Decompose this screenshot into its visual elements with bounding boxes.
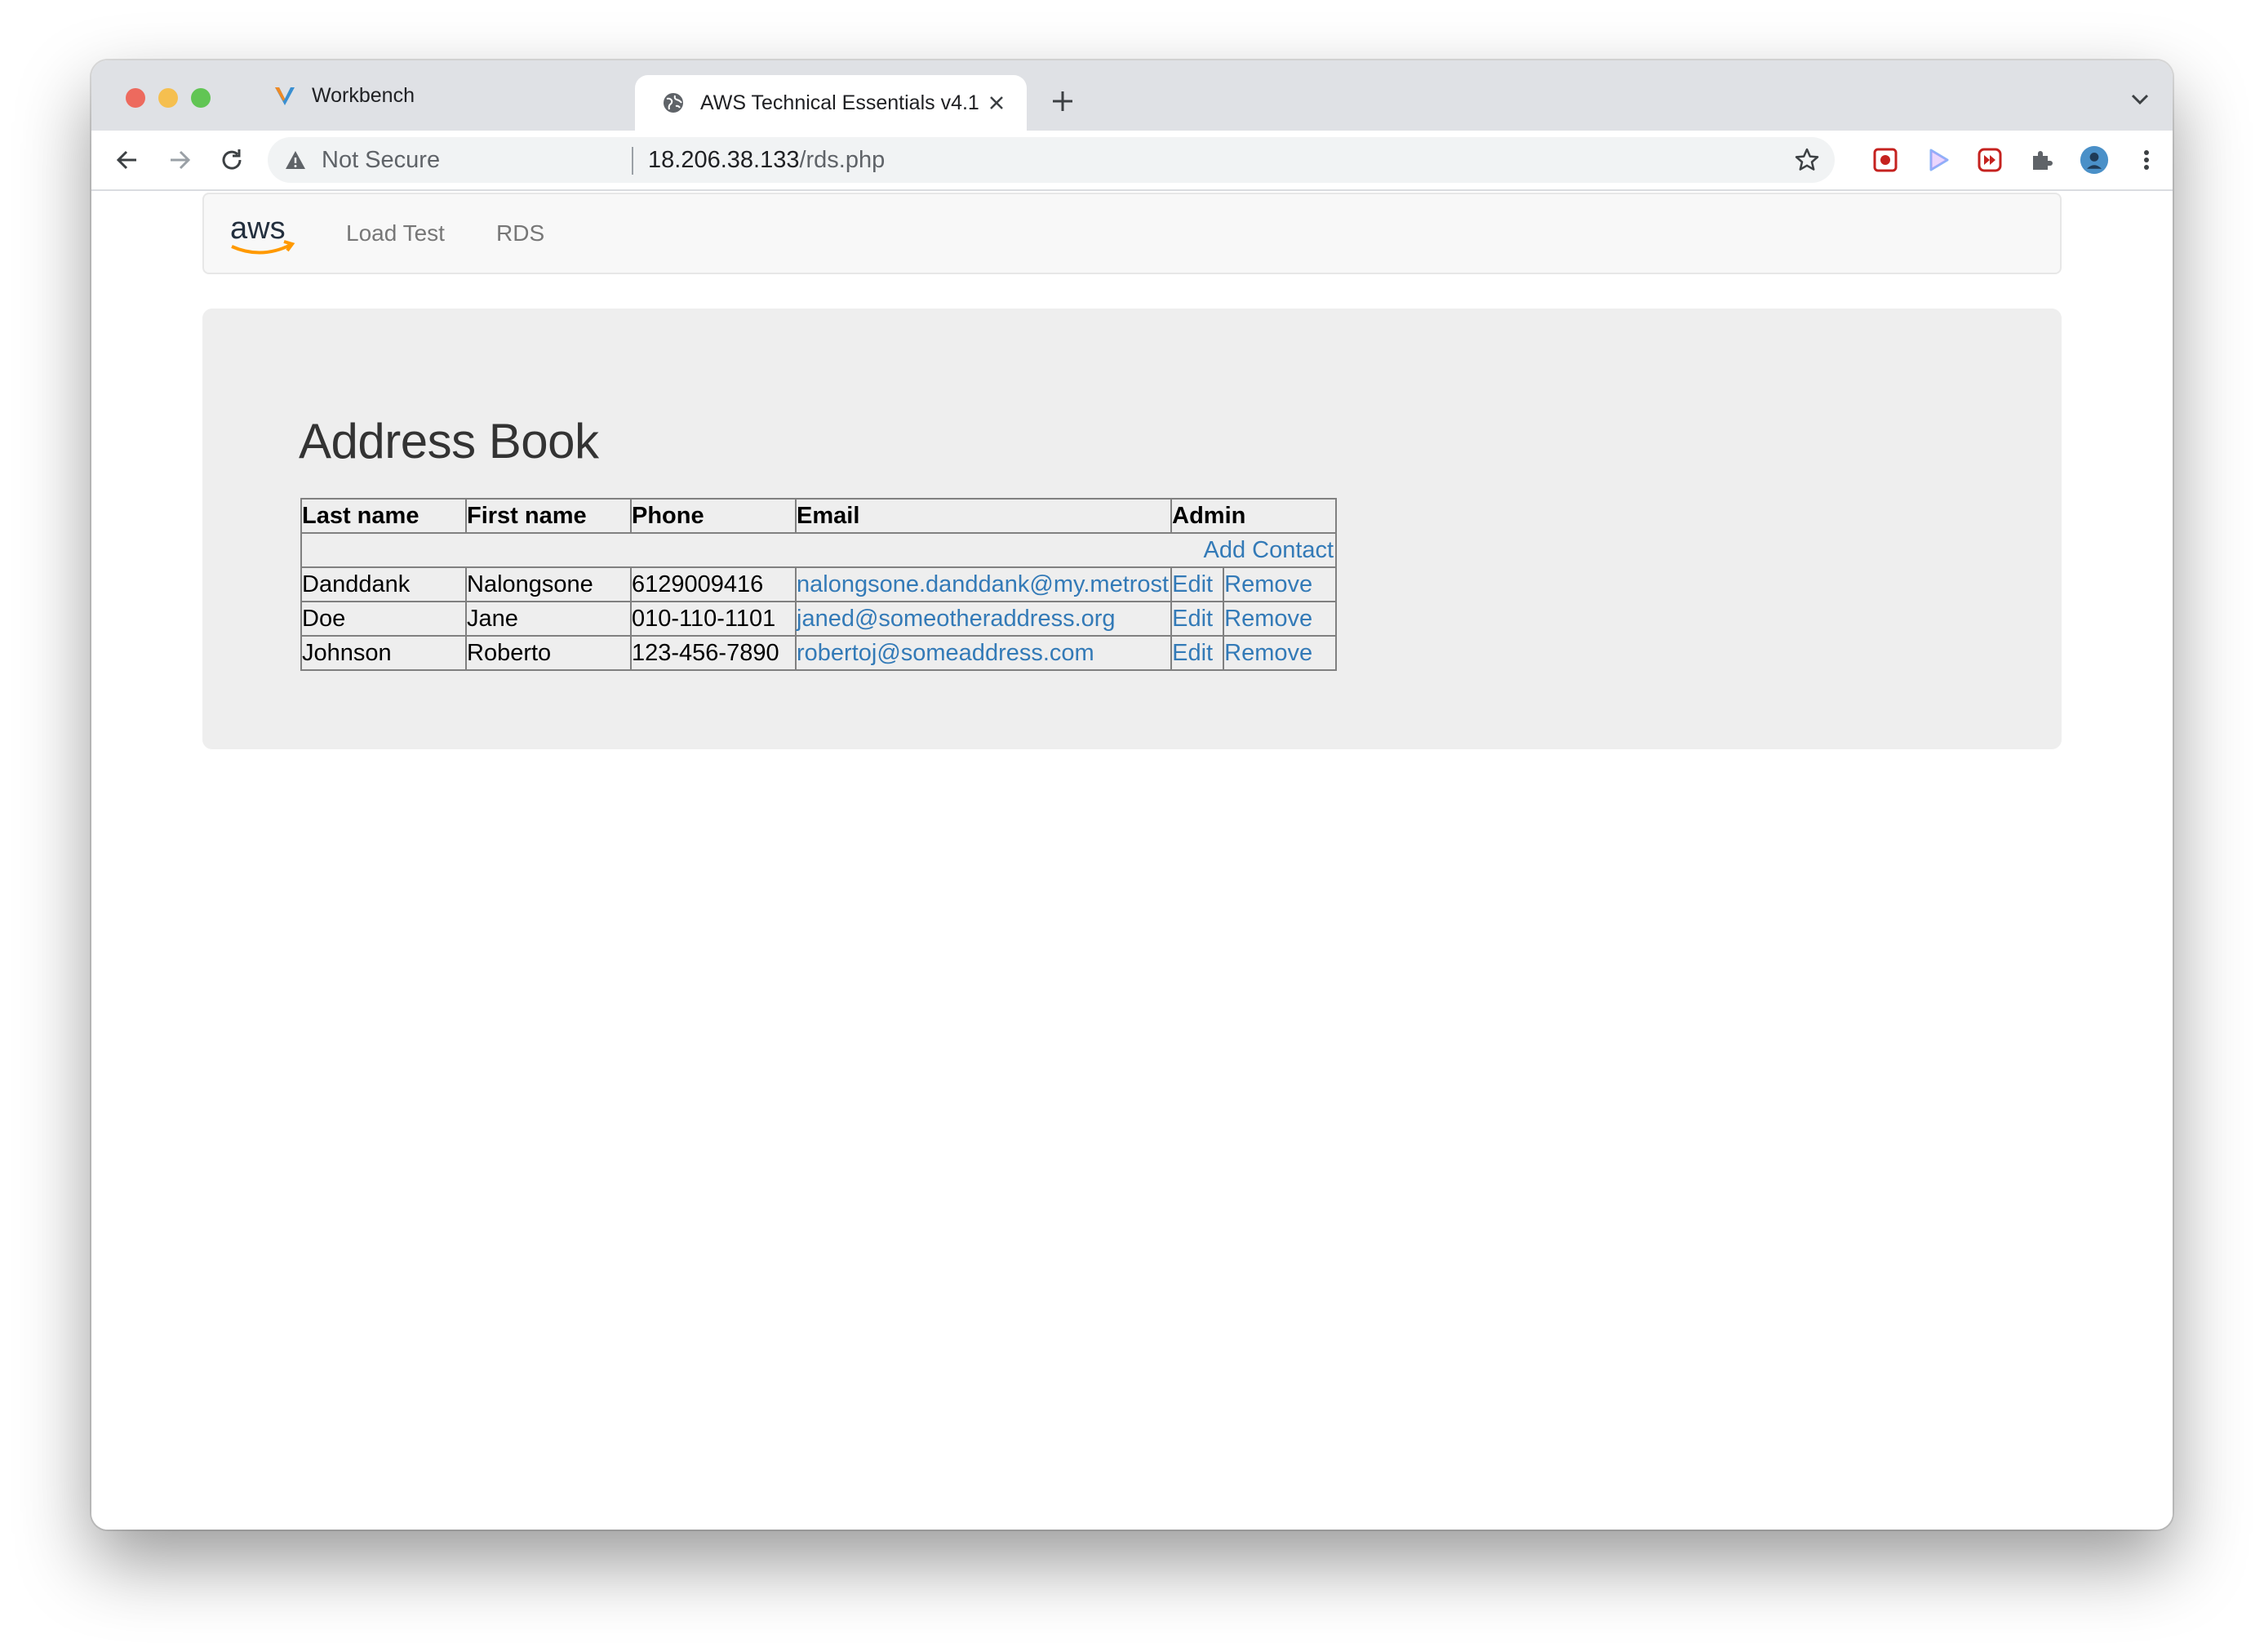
more-menu-icon[interactable] bbox=[2132, 145, 2161, 175]
remove-link[interactable]: Remove bbox=[1224, 606, 1312, 632]
column-header-first-name: First name bbox=[465, 498, 632, 534]
chevron-down-icon[interactable] bbox=[2129, 91, 2151, 108]
profile-avatar[interactable] bbox=[2080, 145, 2109, 175]
column-header-email: Email bbox=[794, 498, 1173, 534]
cell-email: robertoj@someaddress.com bbox=[794, 635, 1173, 671]
page-content: aws Load Test RDS Address Book Last name… bbox=[91, 191, 2173, 1530]
table-row: Danddank Nalongsone 6129009416 nalongson… bbox=[300, 566, 1338, 602]
cell-phone: 6129009416 bbox=[630, 566, 797, 602]
address-separator bbox=[632, 147, 633, 175]
nav-link-load-test[interactable]: Load Test bbox=[346, 220, 445, 246]
url-path: /rds.php bbox=[799, 147, 886, 173]
tab-aws-technical-essentials[interactable]: AWS Technical Essentials v4.1 bbox=[635, 75, 1027, 131]
tab-title: Workbench bbox=[312, 83, 415, 107]
cell-edit: Edit bbox=[1170, 635, 1225, 671]
forward-arrow-icon[interactable] bbox=[163, 144, 196, 176]
column-header-last-name: Last name bbox=[300, 498, 467, 534]
close-window-button[interactable] bbox=[126, 88, 145, 108]
minimize-window-button[interactable] bbox=[158, 88, 178, 108]
play-extension-icon[interactable] bbox=[1923, 145, 1952, 175]
nav-link-rds[interactable]: RDS bbox=[496, 220, 544, 246]
globe-icon bbox=[661, 91, 686, 115]
page-title: Address Book bbox=[299, 414, 599, 469]
address-bar[interactable]: Not Secure 18.206.38.133/rds.php bbox=[268, 137, 1835, 183]
table-row: Johnson Roberto 123-456-7890 robertoj@so… bbox=[300, 635, 1338, 671]
cell-last-name: Doe bbox=[300, 601, 467, 637]
fast-forward-extension-icon[interactable] bbox=[1975, 145, 2004, 175]
cell-first-name: Roberto bbox=[465, 635, 632, 671]
address-book-table: Last name First name Phone Email Admin A… bbox=[300, 498, 1338, 671]
new-tab-icon[interactable] bbox=[1046, 85, 1079, 118]
remove-link[interactable]: Remove bbox=[1224, 571, 1312, 597]
cell-edit: Edit bbox=[1170, 566, 1225, 602]
remove-link[interactable]: Remove bbox=[1224, 640, 1312, 666]
site-navbar: aws Load Test RDS bbox=[202, 193, 2062, 274]
url-host: 18.206.38.133 bbox=[648, 147, 800, 173]
cell-remove: Remove bbox=[1223, 566, 1338, 602]
cell-first-name: Jane bbox=[465, 601, 632, 637]
email-link[interactable]: janed@someotheraddress.org bbox=[797, 606, 1116, 632]
back-arrow-icon[interactable] bbox=[111, 144, 144, 176]
edit-link[interactable]: Edit bbox=[1172, 571, 1213, 597]
email-link[interactable]: robertoj@someaddress.com bbox=[797, 640, 1094, 666]
cell-remove: Remove bbox=[1223, 635, 1338, 671]
close-tab-icon[interactable] bbox=[984, 91, 1009, 115]
aws-logo-text: aws bbox=[230, 211, 286, 246]
cell-edit: Edit bbox=[1170, 601, 1225, 637]
column-header-phone: Phone bbox=[630, 498, 797, 534]
cell-first-name: Nalongsone bbox=[465, 566, 632, 602]
cell-phone: 010-110-1101 bbox=[630, 601, 797, 637]
add-contact-row: Add Contact bbox=[300, 532, 1338, 568]
workbench-v-icon bbox=[273, 83, 297, 108]
record-extension-icon[interactable] bbox=[1871, 145, 1900, 175]
cell-remove: Remove bbox=[1223, 601, 1338, 637]
reload-icon[interactable] bbox=[215, 144, 248, 176]
security-label[interactable]: Not Secure bbox=[322, 147, 440, 174]
add-contact-link[interactable]: Add Contact bbox=[1204, 537, 1334, 563]
table-header-row: Last name First name Phone Email Admin bbox=[300, 498, 1338, 534]
cell-last-name: Johnson bbox=[300, 635, 467, 671]
browser-window: Workbench AWS Technical Essentials v4.1 bbox=[91, 60, 2173, 1530]
puzzle-extensions-icon[interactable] bbox=[2027, 145, 2057, 175]
aws-logo[interactable]: aws bbox=[229, 211, 297, 260]
cell-phone: 123-456-7890 bbox=[630, 635, 797, 671]
browser-toolbar: Not Secure 18.206.38.133/rds.php bbox=[91, 131, 2173, 191]
jumbotron: Address Book Last name First name Phone … bbox=[202, 309, 2062, 749]
url-text[interactable]: 18.206.38.133/rds.php bbox=[648, 147, 885, 174]
add-contact-cell: Add Contact bbox=[300, 532, 1338, 568]
cell-last-name: Danddank bbox=[300, 566, 467, 602]
edit-link[interactable]: Edit bbox=[1172, 606, 1213, 632]
cell-email: nalongsone.danddank@my.metrost bbox=[794, 566, 1173, 602]
warning-triangle-icon[interactable] bbox=[284, 149, 307, 171]
maximize-window-button[interactable] bbox=[191, 88, 211, 108]
edit-link[interactable]: Edit bbox=[1172, 640, 1213, 666]
column-header-admin: Admin bbox=[1170, 498, 1338, 534]
table-row: Doe Jane 010-110-1101 janed@someotheradd… bbox=[300, 601, 1338, 637]
email-link[interactable]: nalongsone.danddank@my.metrost bbox=[797, 571, 1169, 597]
tab-title: AWS Technical Essentials v4.1 bbox=[700, 91, 979, 114]
bookmark-star-icon[interactable] bbox=[1794, 147, 1820, 173]
cell-email: janed@someotheraddress.org bbox=[794, 601, 1173, 637]
tab-strip: Workbench AWS Technical Essentials v4.1 bbox=[91, 60, 2173, 131]
